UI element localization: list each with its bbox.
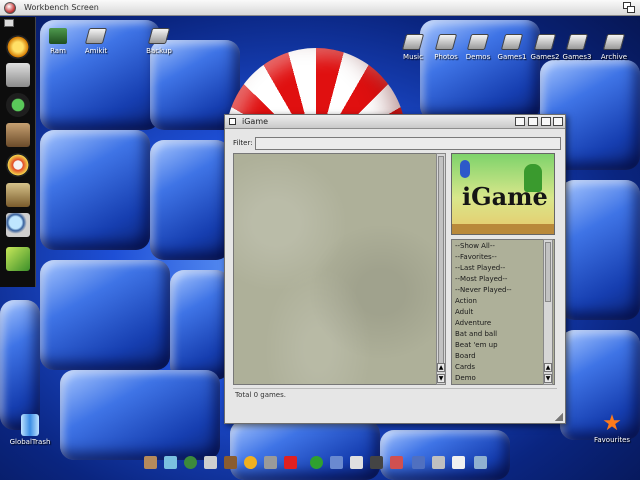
- desktop-icon-label: Amikit: [84, 47, 108, 55]
- desktop-icon-label: Backup: [146, 47, 172, 55]
- face-dock-icon[interactable]: [6, 183, 30, 207]
- games-list-scroll-thumb[interactable]: [438, 156, 444, 364]
- genre-item[interactable]: Beat 'em up: [455, 341, 498, 349]
- app-icon-15[interactable]: [432, 456, 445, 469]
- filter-label: Filter:: [233, 139, 253, 147]
- app-icon-10[interactable]: [330, 456, 343, 469]
- genre-item[interactable]: --Favorites--: [455, 253, 497, 261]
- window-iconify-icon[interactable]: [515, 117, 525, 126]
- backup-drive-icon: [147, 28, 171, 44]
- screen-title: Workbench Screen: [24, 3, 99, 12]
- logo-character-icon: [460, 160, 470, 178]
- screen-depth-icon[interactable]: [623, 2, 636, 14]
- window-depth-icon[interactable]: [553, 117, 563, 126]
- genre-item[interactable]: --Show All--: [455, 242, 495, 250]
- genre-item[interactable]: Action: [455, 297, 477, 305]
- genre-item[interactable]: Demo: [455, 374, 476, 382]
- desktop-icon-archive[interactable]: Archive: [592, 34, 636, 61]
- trash-can-icon: [21, 414, 39, 436]
- status-bar: Total 0 games.: [233, 388, 557, 400]
- drive-icon: [466, 34, 490, 50]
- desktop-icon-label: Favourites: [593, 436, 631, 444]
- igame-logo: iGame: [451, 153, 555, 235]
- drive-icon: [401, 34, 425, 50]
- app-icon-9[interactable]: [310, 456, 323, 469]
- left-dock: [0, 17, 36, 287]
- app-icon-1[interactable]: [144, 456, 157, 469]
- prefs-dock-icon[interactable]: [6, 63, 30, 87]
- games-list-scrollbar[interactable]: ▲ ▼: [436, 153, 446, 385]
- scroll-up-arrow-icon[interactable]: ▲: [437, 363, 445, 372]
- desktop-icon-label: GlobalTrash: [9, 438, 51, 446]
- character-dock-icon[interactable]: [6, 123, 30, 147]
- app-icon-5[interactable]: [224, 456, 237, 469]
- amikit-drive-icon: [84, 28, 108, 44]
- screen-title-bar: Workbench Screen: [0, 0, 640, 16]
- window-zoom-icon[interactable]: [528, 117, 538, 126]
- desktop-icon-amikit[interactable]: Amikit: [74, 28, 118, 55]
- drive-icon: [565, 34, 589, 50]
- app-icon-3[interactable]: [184, 456, 197, 469]
- filter-input[interactable]: [255, 137, 561, 150]
- power-dock-icon[interactable]: [6, 247, 30, 271]
- igame-window: iGame Filter: ▲ ▼ iGame --Show All-- --F…: [224, 114, 566, 424]
- gear-dock-icon[interactable]: [6, 153, 30, 177]
- desktop-icon-label: Ram: [50, 47, 66, 55]
- magnifier-dock-icon[interactable]: [6, 213, 30, 237]
- genre-item[interactable]: Cards: [455, 363, 475, 371]
- igame-title-bar[interactable]: iGame: [225, 115, 565, 129]
- app-icon-14[interactable]: [412, 456, 425, 469]
- desktop-icon-label: Demos: [465, 53, 491, 61]
- genre-item[interactable]: Board: [455, 352, 476, 360]
- genres-list-scroll-thumb[interactable]: [545, 242, 551, 302]
- app-icon-17[interactable]: [474, 456, 487, 469]
- logo-ground: [452, 224, 554, 234]
- games-list[interactable]: [233, 153, 445, 385]
- app-icon-4[interactable]: [204, 456, 217, 469]
- genres-list[interactable]: --Show All-- --Favorites-- --Last Played…: [451, 239, 555, 385]
- app-icon-2[interactable]: [164, 456, 177, 469]
- desktop-icon-globaltrash[interactable]: GlobalTrash: [8, 414, 52, 446]
- ram-disk-icon: [49, 28, 67, 44]
- scroll-down-arrow-icon[interactable]: ▼: [437, 374, 445, 383]
- app-icon-7[interactable]: [264, 456, 277, 469]
- app-icon-11[interactable]: [350, 456, 363, 469]
- genre-item[interactable]: Adventure: [455, 319, 491, 327]
- genre-item[interactable]: Bat and ball: [455, 330, 497, 338]
- logo-text: iGame: [462, 182, 548, 211]
- scroll-down-arrow-icon[interactable]: ▼: [544, 374, 552, 383]
- genre-item[interactable]: --Last Played--: [455, 264, 505, 272]
- window-close-icon[interactable]: [229, 118, 236, 125]
- app-icon-13[interactable]: [390, 456, 403, 469]
- star-icon: ★: [602, 411, 622, 436]
- desktop-icon-label: Photos: [434, 53, 458, 61]
- desktop-icon-favourites[interactable]: ★ Favourites: [588, 411, 636, 445]
- resize-handle-icon[interactable]: [555, 413, 563, 421]
- igame-dock-icon[interactable]: [6, 35, 30, 59]
- app-icon-12[interactable]: [370, 456, 383, 469]
- screen-close-icon[interactable]: [4, 2, 16, 14]
- app-icon-6[interactable]: [244, 456, 257, 469]
- scroll-up-arrow-icon[interactable]: ▲: [544, 363, 552, 372]
- genre-item[interactable]: --Never Played--: [455, 286, 512, 294]
- app-icon-8[interactable]: [284, 456, 297, 469]
- genre-item[interactable]: --Most Played--: [455, 275, 507, 283]
- drive-icon: [434, 34, 458, 50]
- drive-icon: [602, 34, 626, 50]
- genre-item[interactable]: Adult: [455, 308, 473, 316]
- filter-row: Filter:: [231, 137, 561, 151]
- genres-list-scrollbar[interactable]: ▲ ▼: [543, 239, 553, 385]
- desktop-icon-label: Games3: [562, 53, 592, 61]
- drive-icon: [500, 34, 524, 50]
- drive-icon: [533, 34, 557, 50]
- bottom-app-bar: [140, 456, 500, 472]
- dock-grip-icon[interactable]: [4, 19, 14, 27]
- clock-dock-icon[interactable]: [6, 93, 30, 117]
- window-snapshot-icon[interactable]: [541, 117, 551, 126]
- window-title: iGame: [242, 117, 269, 126]
- desktop-icon-backup[interactable]: Backup: [137, 28, 181, 55]
- desktop-icon-label: Music: [403, 53, 423, 61]
- app-icon-16[interactable]: [452, 456, 465, 469]
- desktop-icon-label: Archive: [600, 53, 628, 61]
